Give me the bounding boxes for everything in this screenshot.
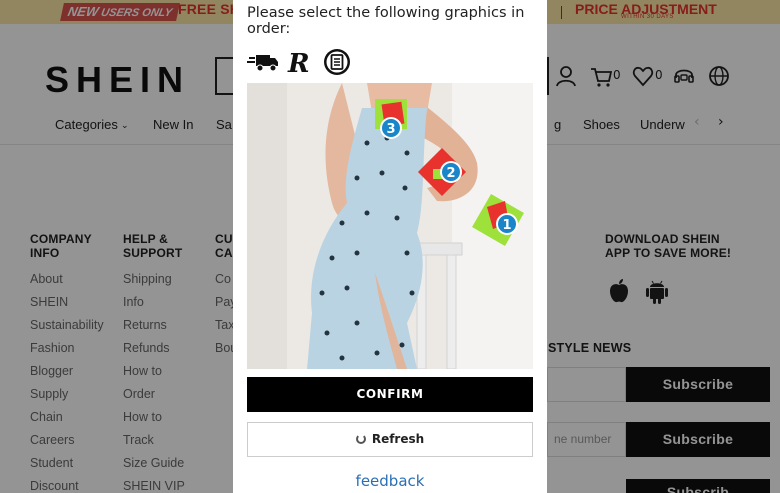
- registered-r-icon: R: [287, 49, 310, 76]
- page: NEW USERS ONLY FREE SH PRICE ADJUSTMENT …: [0, 0, 780, 493]
- delivery-truck-icon: [247, 55, 278, 72]
- feedback-link[interactable]: feedback: [233, 472, 547, 490]
- selection-marker-3: 3: [380, 117, 402, 139]
- marker-label-1: 1: [502, 218, 511, 233]
- refresh-label: Refresh: [371, 432, 425, 446]
- selection-marker-2: 2: [440, 161, 462, 183]
- captcha-photo[interactable]: 3 2 1: [247, 83, 533, 369]
- document-circle-icon: [324, 49, 350, 75]
- captcha-image[interactable]: 3 2 1: [247, 83, 533, 369]
- marker-label-2: 2: [446, 166, 455, 181]
- refresh-button[interactable]: Refresh: [247, 422, 533, 457]
- selection-marker-1: 1: [496, 213, 518, 235]
- confirm-button[interactable]: CONFIRM: [247, 377, 533, 412]
- captcha-prompt: Please select the following graphics in …: [247, 5, 525, 37]
- refresh-icon: [355, 434, 366, 444]
- svg-text:R: R: [287, 49, 310, 76]
- marker-label-3: 3: [386, 122, 395, 137]
- captcha-dialog: Please select the following graphics in …: [233, 0, 547, 493]
